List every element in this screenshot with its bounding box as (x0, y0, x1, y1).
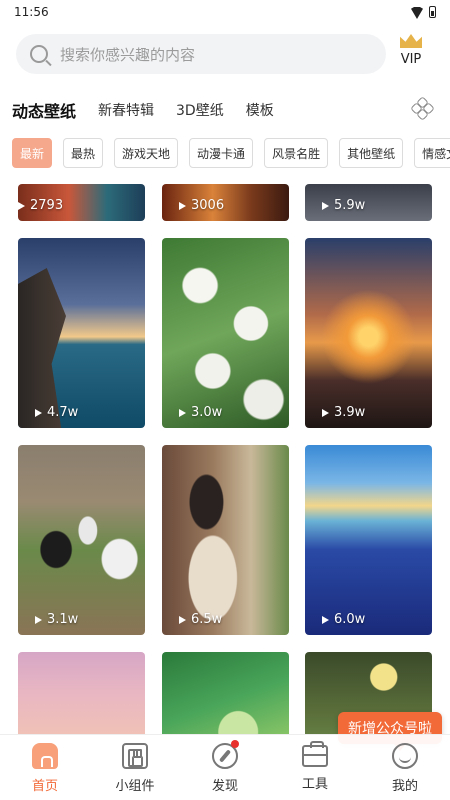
filter-chips: 最新 最热 游戏天地 动漫卡通 风景名胜 其他壁纸 情感文字 吉 (12, 138, 450, 168)
nav-home-label: 首页 (31, 779, 58, 794)
wallpaper-thumbnail (162, 445, 289, 635)
wallpaper-card[interactable] (162, 652, 289, 734)
wifi-icon (411, 7, 423, 17)
filter-latest[interactable]: 最新 (12, 138, 53, 168)
status-time: 11:56 (14, 5, 49, 19)
crown-icon (400, 34, 422, 48)
tab-dynamic-wallpaper[interactable]: 动态壁纸 (12, 98, 76, 122)
play-icon (179, 615, 186, 624)
play-icon (322, 408, 329, 417)
home-icon (32, 743, 58, 769)
wallpaper-card[interactable]: 3.0w (162, 238, 289, 428)
wallpaper-card[interactable]: 3006 (162, 184, 289, 221)
vip-button[interactable]: VIP (386, 32, 436, 76)
wallpaper-card[interactable] (18, 652, 145, 734)
filter-other[interactable]: 其他壁纸 (339, 138, 404, 168)
status-bar: 11:56 (0, 0, 450, 24)
play-count: 4.7w (35, 405, 78, 420)
wallpaper-thumbnail (162, 238, 289, 428)
bottom-nav: 首页 小组件 发现 工具 我的 (0, 734, 450, 800)
notification-badge (231, 740, 239, 748)
tab-templates[interactable]: 模板 (246, 100, 274, 120)
play-icon (18, 201, 25, 210)
wallpaper-card[interactable]: 6.0w (305, 445, 432, 635)
filter-scenery[interactable]: 风景名胜 (264, 138, 329, 168)
wallpaper-card[interactable]: 6.5w (162, 445, 289, 635)
battery-icon (429, 6, 436, 18)
play-icon (322, 201, 329, 210)
toolbox-icon (302, 741, 328, 767)
wallpaper-feed[interactable]: 2793 3006 5.9w 4.7w 3.0w 3.9w 3.1w 6.5w … (0, 184, 450, 734)
play-icon (35, 615, 42, 624)
tab-3d-wallpaper[interactable]: 3D壁纸 (176, 100, 224, 120)
nav-discover-label: 发现 (211, 779, 238, 794)
wallpaper-thumbnail (18, 445, 145, 635)
search-placeholder: 搜索你感兴趣的内容 (60, 45, 196, 64)
nav-profile-label: 我的 (391, 779, 418, 794)
play-count: 6.5w (179, 612, 222, 627)
search-icon (30, 45, 48, 63)
play-icon (179, 201, 186, 210)
profile-icon (392, 743, 418, 769)
play-count: 2793 (18, 198, 63, 213)
filter-hottest[interactable]: 最热 (63, 138, 104, 168)
wallpaper-card[interactable]: 5.9w (305, 184, 432, 221)
filter-text[interactable]: 情感文字 (414, 138, 450, 168)
play-icon (322, 615, 329, 624)
nav-tools-label: 工具 (301, 777, 328, 792)
widget-icon (122, 743, 148, 769)
play-count: 3.0w (179, 405, 222, 420)
vip-label: VIP (400, 52, 422, 67)
search-input[interactable]: 搜索你感兴趣的内容 (16, 34, 386, 74)
search-row: 搜索你感兴趣的内容 VIP (16, 32, 436, 76)
play-icon (35, 408, 42, 417)
wallpaper-thumbnail (305, 445, 432, 635)
grid-menu-icon[interactable] (410, 96, 435, 121)
wallpaper-thumbnail (162, 652, 289, 734)
wallpaper-card[interactable]: 2793 (18, 184, 145, 221)
nav-home[interactable]: 首页 (10, 743, 80, 794)
play-count: 3.1w (35, 612, 78, 627)
play-count: 5.9w (322, 198, 365, 213)
wallpaper-card[interactable]: 3.1w (18, 445, 145, 635)
nav-discover[interactable]: 发现 (190, 740, 260, 794)
play-icon (179, 408, 186, 417)
nav-profile[interactable]: 我的 (370, 743, 440, 794)
wallpaper-thumbnail (18, 652, 145, 734)
wallpaper-card[interactable]: 3.9w (305, 238, 432, 428)
nav-tools[interactable]: 工具 (280, 741, 350, 792)
wallpaper-thumbnail (305, 238, 432, 428)
nav-widgets[interactable]: 小组件 (100, 743, 170, 794)
category-tabs: 动态壁纸 新春特辑 3D壁纸 模板 (12, 96, 438, 122)
filter-anime[interactable]: 动漫卡通 (189, 138, 254, 168)
nav-widgets-label: 小组件 (115, 779, 155, 794)
tab-spring-festival[interactable]: 新春特辑 (98, 100, 154, 120)
play-count: 3.9w (322, 405, 365, 420)
status-icons (411, 6, 436, 18)
play-count: 6.0w (322, 612, 365, 627)
wallpaper-card[interactable]: 4.7w (18, 238, 145, 428)
filter-games[interactable]: 游戏天地 (114, 138, 179, 168)
play-count: 3006 (179, 198, 224, 213)
